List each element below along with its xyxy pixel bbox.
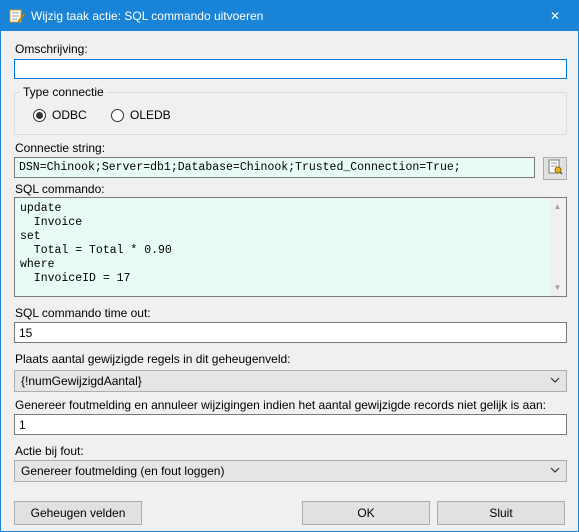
- connection-string-label: Connectie string:: [15, 141, 106, 155]
- memory-fields-button[interactable]: Geheugen velden: [14, 501, 142, 525]
- sql-scrollbar[interactable]: ▲ ▼: [549, 198, 566, 296]
- on-error-label: Actie bij fout:: [15, 444, 84, 458]
- scroll-up-icon[interactable]: ▲: [549, 198, 566, 215]
- description-label: Omschrijving:: [15, 42, 88, 56]
- close-icon[interactable]: ✕: [532, 1, 578, 31]
- connection-builder-icon: [547, 159, 563, 178]
- timeout-input[interactable]: 15: [14, 322, 567, 343]
- radio-odbc[interactable]: ODBC: [33, 108, 87, 122]
- on-error-value: Genereer foutmelding (en fout loggen): [21, 464, 225, 478]
- radio-odbc-label: ODBC: [52, 108, 87, 122]
- store-count-label: Plaats aantal gewijzigde regels in dit g…: [15, 352, 291, 366]
- sql-command-text: update Invoice set Total = Total * 0.90 …: [20, 202, 172, 285]
- description-input[interactable]: [14, 59, 567, 79]
- expected-count-input[interactable]: 1: [14, 414, 567, 435]
- scroll-down-icon[interactable]: ▼: [549, 279, 566, 296]
- ok-button[interactable]: OK: [302, 501, 430, 525]
- on-error-select[interactable]: Genereer foutmelding (en fout loggen): [14, 460, 567, 482]
- store-count-select[interactable]: {!numGewijzigdAantal}: [14, 370, 567, 392]
- expected-count-label: Genereer foutmelding en annuleer wijzigi…: [15, 398, 546, 412]
- radio-oledb-label: OLEDB: [130, 108, 171, 122]
- chevron-down-icon: [549, 374, 561, 386]
- radio-oledb[interactable]: OLEDB: [111, 108, 171, 122]
- connection-string-input[interactable]: DSN=Chinook;Server=db1;Database=Chinook;…: [14, 157, 535, 178]
- chevron-down-icon: [549, 464, 561, 476]
- timeout-label: SQL commando time out:: [15, 306, 151, 320]
- sql-command-editor[interactable]: update Invoice set Total = Total * 0.90 …: [14, 197, 567, 297]
- close-button[interactable]: Sluit: [437, 501, 565, 525]
- connection-type-label: Type connectie: [20, 85, 107, 99]
- title-bar[interactable]: Wijzig taak actie: SQL commando uitvoere…: [1, 1, 578, 31]
- radio-odbc-indicator: [33, 108, 46, 122]
- edit-task-icon: [9, 8, 26, 24]
- dialog-window: Wijzig taak actie: SQL commando uitvoere…: [0, 0, 579, 532]
- connection-string-builder-button[interactable]: [543, 157, 567, 180]
- store-count-value: {!numGewijzigdAantal}: [21, 374, 142, 388]
- window-title: Wijzig taak actie: SQL commando uitvoere…: [31, 9, 264, 23]
- radio-oledb-indicator: [111, 108, 124, 122]
- sql-command-label: SQL commando:: [15, 182, 105, 196]
